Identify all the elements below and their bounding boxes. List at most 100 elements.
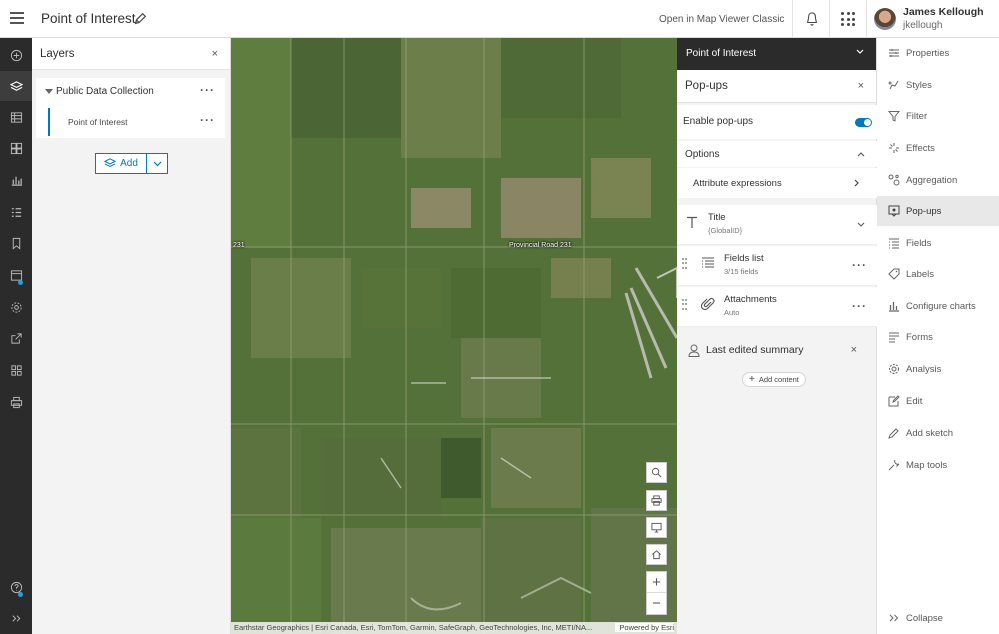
drag-handle-icon[interactable] (682, 258, 687, 270)
monitor-icon (651, 522, 662, 533)
labels-icon (888, 268, 900, 280)
save-rail-button[interactable] (0, 260, 32, 290)
zoom-out-button[interactable]: − (647, 593, 666, 614)
enable-popups-toggle[interactable] (855, 118, 872, 127)
basemap-rail-button[interactable] (0, 133, 32, 163)
layers-rail-button[interactable] (0, 71, 32, 101)
enable-popups-label: Enable pop-ups (683, 116, 754, 127)
rail-item-forms[interactable]: Forms (877, 322, 999, 352)
rail-item-label: Properties (906, 47, 950, 59)
rail-item-label: Aggregation (906, 174, 958, 186)
chevron-up-icon[interactable] (857, 151, 865, 157)
popups-config-panel: Point of Interest Pop-ups × Enable pop-u… (677, 38, 877, 634)
map-search-button[interactable] (646, 462, 667, 483)
bell-icon[interactable] (805, 11, 819, 27)
filter-icon (888, 111, 900, 122)
layer-options-icon[interactable]: ··· (200, 113, 215, 127)
layers-panel: Layers × Public Data Collection ··· Poin… (32, 38, 231, 634)
aggregation-icon (888, 174, 900, 186)
add-layer-button[interactable]: Add (95, 153, 147, 174)
powered-by-link[interactable]: Powered by Esri (615, 623, 674, 632)
drag-handle-icon[interactable] (682, 299, 687, 311)
rail-item-labels[interactable]: Labels (877, 259, 999, 289)
rail-item-effects[interactable]: Effects (877, 133, 999, 163)
close-icon[interactable]: × (212, 48, 218, 60)
edit-pencil-icon[interactable] (133, 12, 147, 26)
rail-item-edit[interactable]: Edit (877, 386, 999, 416)
collapse-button[interactable]: Collapse (877, 603, 999, 633)
close-icon[interactable]: × (851, 344, 857, 356)
help-rail-button[interactable] (0, 572, 32, 602)
group-options-icon[interactable]: ··· (200, 83, 215, 97)
legend-rail-button[interactable] (0, 197, 32, 227)
group-layer-row[interactable]: Public Data Collection ··· (36, 78, 225, 104)
rail-item-aggregation[interactable]: Aggregation (877, 165, 999, 195)
rail-item-properties[interactable]: Properties (877, 38, 999, 68)
layer-label[interactable]: Point of Interest (68, 117, 128, 127)
chevron-down-icon[interactable] (857, 222, 865, 228)
zoom-in-button[interactable]: + (647, 572, 666, 593)
tables-rail-button[interactable] (0, 102, 32, 132)
rail-item-filter[interactable]: Filter (877, 101, 999, 131)
rail-item-map-tools[interactable]: Map tools (877, 450, 999, 480)
open-classic-link[interactable]: Open in Map Viewer Classic (659, 14, 784, 25)
selected-layer-bar[interactable]: Point of Interest (677, 38, 876, 70)
paperclip-icon (701, 297, 715, 311)
chevron-down-icon[interactable] (856, 49, 864, 55)
collapse-caret-icon[interactable] (45, 89, 53, 94)
header: Point of Interest Open in Map Viewer Cla… (0, 0, 999, 38)
gear-icon (10, 301, 22, 313)
enable-popups-row: Enable pop-ups (677, 105, 877, 139)
attribute-expressions-row[interactable]: Attribute expressions (677, 168, 877, 198)
rail-item-styles[interactable]: Styles (877, 70, 999, 100)
attachments-options-icon[interactable]: ··· (852, 299, 867, 313)
last-edited-summary-row[interactable]: Last edited summary × (677, 336, 877, 366)
rail-item-configure-charts[interactable]: Configure charts (877, 291, 999, 321)
layer-row-point-of-interest[interactable]: Point of Interest ··· (48, 108, 225, 136)
title-element-row[interactable]: Title {GlobalID} (677, 205, 877, 245)
map-home-button[interactable] (646, 544, 667, 565)
fields-list-options-icon[interactable]: ··· (852, 258, 867, 272)
user-name[interactable]: James Kellough (903, 6, 984, 18)
attachments-row[interactable]: Attachments Auto ··· (677, 287, 877, 327)
app-launcher-icon[interactable] (841, 12, 855, 26)
user-icon (688, 344, 700, 357)
print-rail-button[interactable] (0, 387, 32, 417)
rail-item-popups[interactable]: Pop-ups (877, 196, 999, 226)
avatar[interactable] (874, 8, 896, 30)
options-section-header[interactable]: Options (677, 141, 877, 167)
share-icon (10, 332, 22, 344)
expand-rail-button[interactable] (0, 603, 32, 633)
map-view[interactable]: 231 Provincial Road 231 + − Earthstar Ge… (231, 38, 677, 634)
text-title-icon (687, 216, 697, 228)
road-label: Provincial Road 231 (509, 242, 572, 249)
share-rail-button[interactable] (0, 323, 32, 353)
charts-rail-button[interactable] (0, 165, 32, 195)
road-label: 231 (233, 242, 245, 249)
rail-item-fields[interactable]: Fields (877, 228, 999, 258)
rail-item-analysis[interactable]: Analysis (877, 354, 999, 384)
header-divider (866, 0, 867, 38)
settings-rail-button[interactable] (0, 292, 32, 322)
rail-item-label: Fields (906, 237, 932, 249)
add-content-button[interactable]: + Add content (742, 372, 806, 387)
close-icon[interactable]: × (858, 80, 864, 92)
map-display-button[interactable] (646, 517, 667, 538)
layers-add-icon (104, 158, 117, 168)
fields-list-row[interactable]: Fields list 3/15 fields ··· (677, 246, 877, 286)
add-layer-rail-button[interactable] (0, 40, 32, 70)
rail-item-label: Effects (906, 142, 935, 154)
sketch-icon (888, 428, 899, 439)
attribution-text: Earthstar Geographics | Esri Canada, Esr… (234, 623, 593, 632)
add-layer-dropdown[interactable] (147, 153, 168, 174)
map-attribution: Earthstar Geographics | Esri Canada, Esr… (231, 622, 677, 634)
map-print-button[interactable] (646, 490, 667, 511)
menu-icon[interactable] (10, 12, 24, 24)
user-id: jkellough (903, 20, 943, 31)
rail-item-add-sketch[interactable]: Add sketch (877, 418, 999, 448)
notification-dot (18, 280, 23, 285)
create-app-rail-button[interactable] (0, 355, 32, 385)
bookmarks-rail-button[interactable] (0, 228, 32, 258)
group-layer-label[interactable]: Public Data Collection (56, 86, 154, 97)
table-icon (10, 111, 22, 123)
